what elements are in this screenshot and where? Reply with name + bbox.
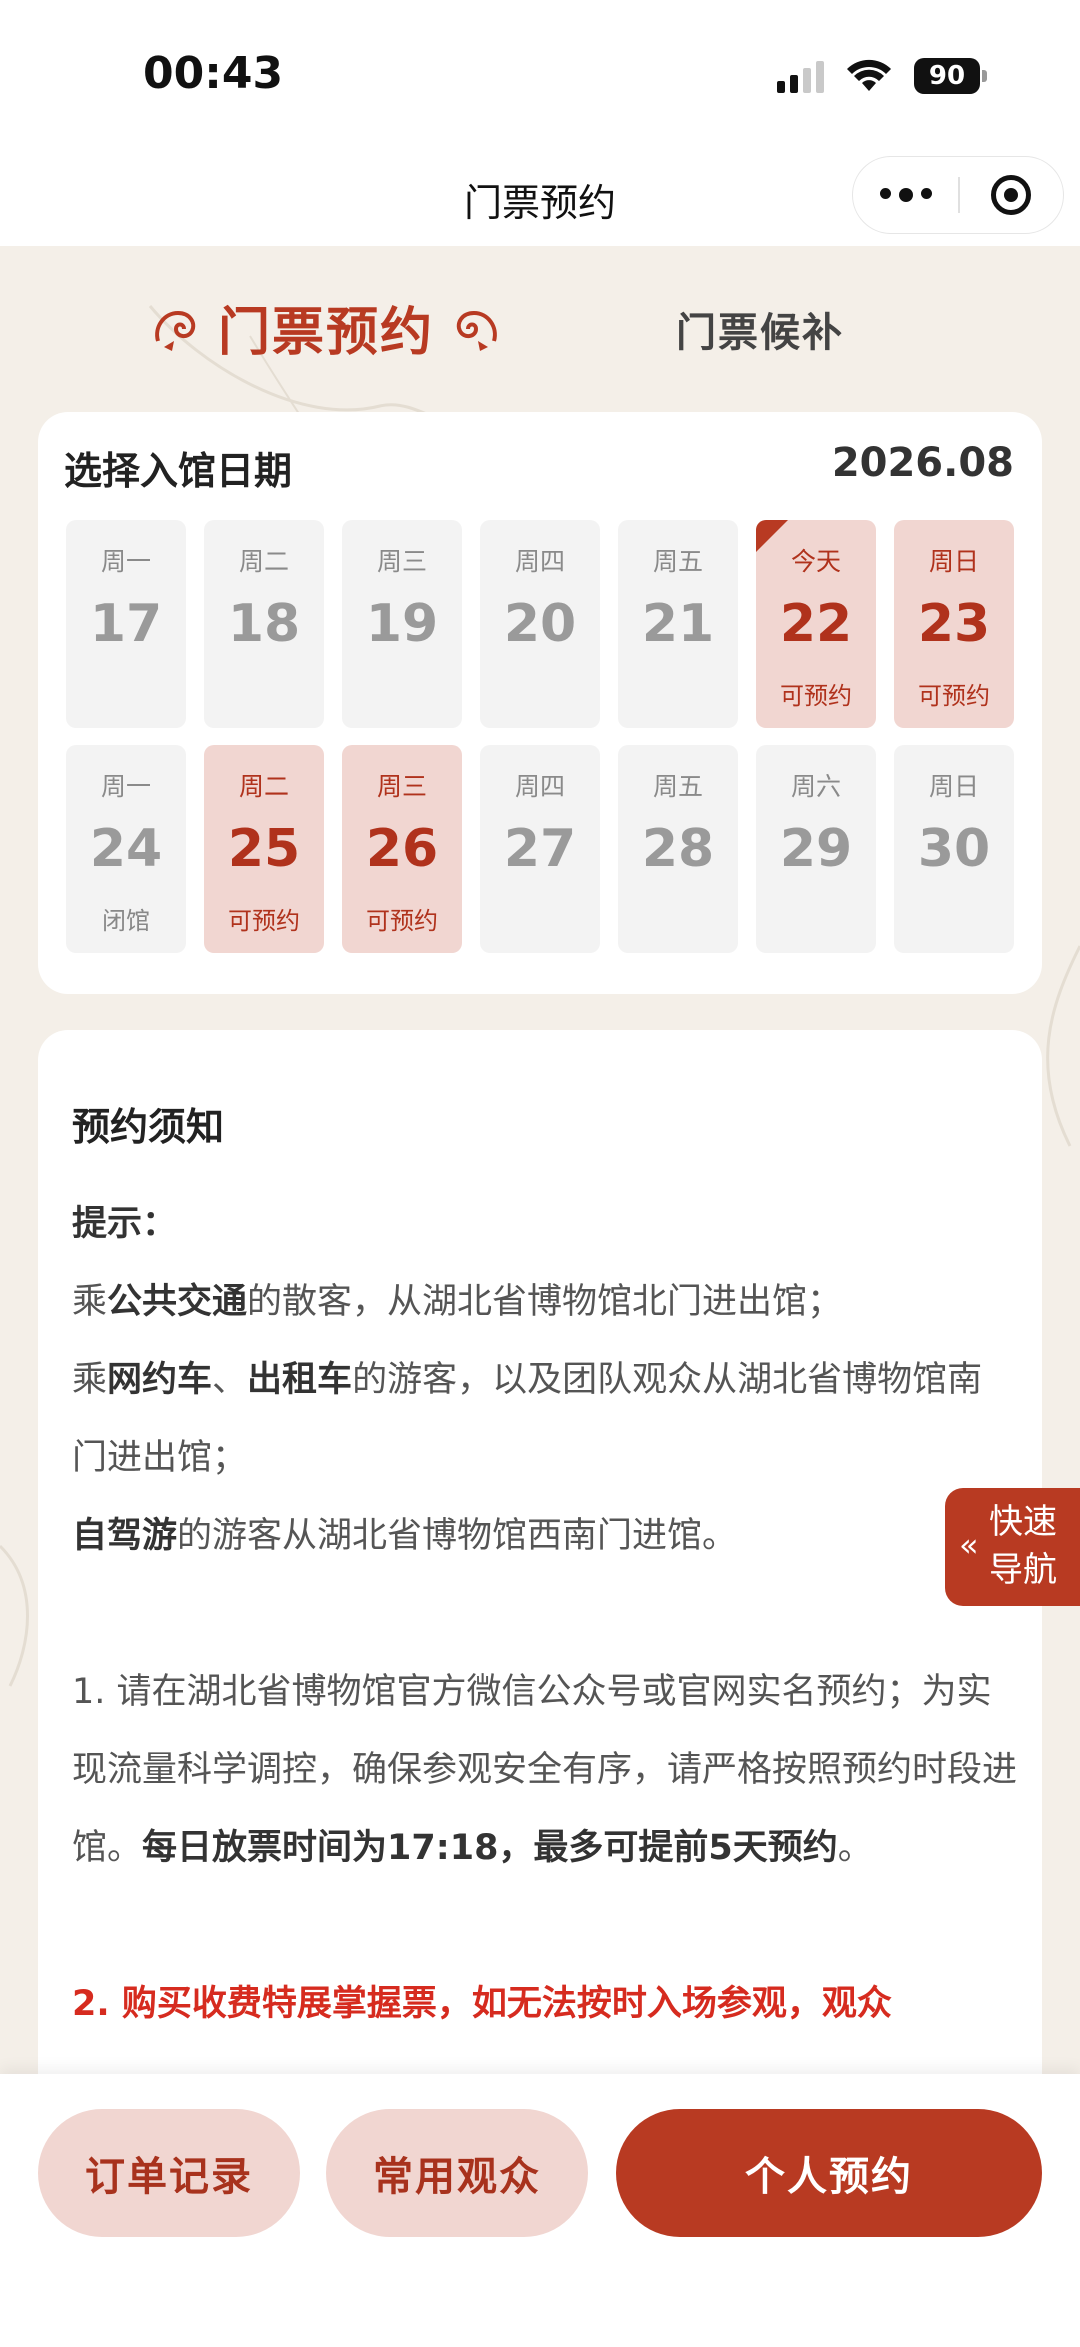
day-cell: 周四 20 — [480, 520, 600, 728]
day-number: 18 — [227, 594, 301, 654]
day-cell-available[interactable]: 周日 23 可预约 — [894, 520, 1014, 728]
notice-line-taxi: 乘网约车、出租车的游客，以及团队观众从湖北省博物馆南门进出馆； — [72, 1360, 983, 1478]
miniprogram-capsule — [852, 156, 1064, 234]
day-cell: 周四 27 — [480, 745, 600, 953]
day-cell: 周五 21 — [618, 520, 738, 728]
day-cell: 周三 19 — [342, 520, 462, 728]
day-weekday: 周五 — [652, 772, 703, 801]
battery-icon: 90 — [914, 58, 987, 94]
tab-ticket-booking-label: 门票预约 — [218, 303, 435, 363]
date-picker-title: 选择入馆日期 — [64, 449, 293, 493]
day-cell: 周五 28 — [618, 745, 738, 953]
day-weekday: 今天 — [790, 547, 841, 576]
day-number: 19 — [365, 594, 439, 654]
day-weekday: 周四 — [514, 772, 565, 801]
bottom-action-bar: 订单记录 常用观众 个人预约 — [0, 2074, 1080, 2347]
day-status: 可预约 — [780, 682, 852, 710]
day-weekday: 周日 — [928, 547, 979, 576]
status-time: 00:43 — [143, 48, 284, 99]
day-cell-today[interactable]: 今天 22 可预约 — [756, 520, 876, 728]
day-number: 27 — [503, 819, 577, 879]
day-weekday: 周四 — [514, 547, 565, 576]
day-number: 24 — [89, 819, 163, 879]
day-number: 25 — [227, 819, 301, 879]
day-cell-available[interactable]: 周二 25 可预约 — [204, 745, 324, 953]
day-weekday: 周六 — [790, 772, 841, 801]
day-number: 30 — [917, 819, 991, 879]
status-icons: 90 — [777, 58, 987, 94]
more-icon[interactable] — [853, 188, 958, 202]
personal-reservation-button[interactable]: 个人预约 — [616, 2109, 1042, 2237]
day-number: 17 — [89, 594, 163, 654]
day-weekday: 周二 — [238, 547, 289, 576]
status-bar: 00:43 90 — [0, 0, 1080, 150]
notice-item-1: 1. 请在湖北省博物馆官方微信公众号或官网实名预约；为实现流量科学调控，确保参观… — [72, 1672, 1018, 1868]
day-weekday: 周三 — [376, 772, 427, 801]
notice-body: 提示： 乘公共交通的散客，从湖北省博物馆北门进出馆； 乘网约车、出租车的游客，以… — [72, 1185, 1017, 2043]
wifi-icon — [847, 59, 891, 91]
day-cell-closed: 周一 24 闭馆 — [66, 745, 186, 953]
day-weekday: 周日 — [928, 772, 979, 801]
day-weekday: 周三 — [376, 547, 427, 576]
day-weekday: 周二 — [238, 772, 289, 801]
quick-nav-label: 快速导航 — [989, 1502, 1057, 1590]
day-cell-available[interactable]: 周三 26 可预约 — [342, 745, 462, 953]
day-number: 29 — [779, 819, 853, 879]
day-status: 闭馆 — [102, 907, 150, 935]
day-cell: 周一 17 — [66, 520, 186, 728]
date-picker-card: 选择入馆日期 2026.08 周一 17 周二 18 周三 19 周四 20 周… — [38, 412, 1042, 994]
tab-ticket-waitlist[interactable]: 门票候补 — [676, 300, 844, 358]
notice-line-public-transit: 乘公共交通的散客，从湖北省博物馆北门进出馆； — [72, 1282, 843, 1322]
notice-line-self-drive: 自驾游的游客从湖北省博物馆西南门进馆。 — [72, 1516, 738, 1556]
day-number: 28 — [641, 819, 715, 879]
day-weekday: 周一 — [100, 772, 151, 801]
day-number: 22 — [779, 594, 853, 654]
notice-tip-label: 提示： — [72, 1204, 178, 1244]
double-chevron-left-icon: « — [959, 1526, 979, 1564]
dragon-ornament-right-icon — [456, 310, 497, 351]
day-weekday: 周一 — [100, 547, 151, 576]
date-picker-month: 2026.08 — [831, 440, 1014, 486]
nav-bar: 门票预约 — [0, 150, 1080, 246]
notice-item-2: 2. 购买收费特展掌握票，如无法按时入场参观，观众 — [72, 1984, 892, 2024]
signal-icon — [777, 59, 824, 93]
notice-title: 预约须知 — [72, 1105, 225, 1149]
tab-ticket-booking[interactable]: 门票预约 — [150, 290, 502, 365]
close-miniprogram-icon[interactable] — [960, 175, 1063, 215]
day-status: 可预约 — [918, 682, 990, 710]
day-status: 可预约 — [228, 907, 300, 935]
day-weekday: 周五 — [652, 547, 703, 576]
day-status: 可预约 — [366, 907, 438, 935]
day-number: 26 — [365, 819, 439, 879]
day-number: 23 — [917, 594, 991, 654]
quick-nav-button[interactable]: « 快速导航 — [945, 1488, 1080, 1606]
frequent-visitors-button[interactable]: 常用观众 — [326, 2109, 588, 2237]
day-number: 21 — [641, 594, 715, 654]
day-cell: 周六 29 — [756, 745, 876, 953]
day-cell: 周二 18 — [204, 520, 324, 728]
dragon-ornament-left-icon — [155, 310, 196, 351]
day-number: 20 — [503, 594, 577, 654]
day-cell: 周日 30 — [894, 745, 1014, 953]
order-records-button[interactable]: 订单记录 — [38, 2109, 300, 2237]
